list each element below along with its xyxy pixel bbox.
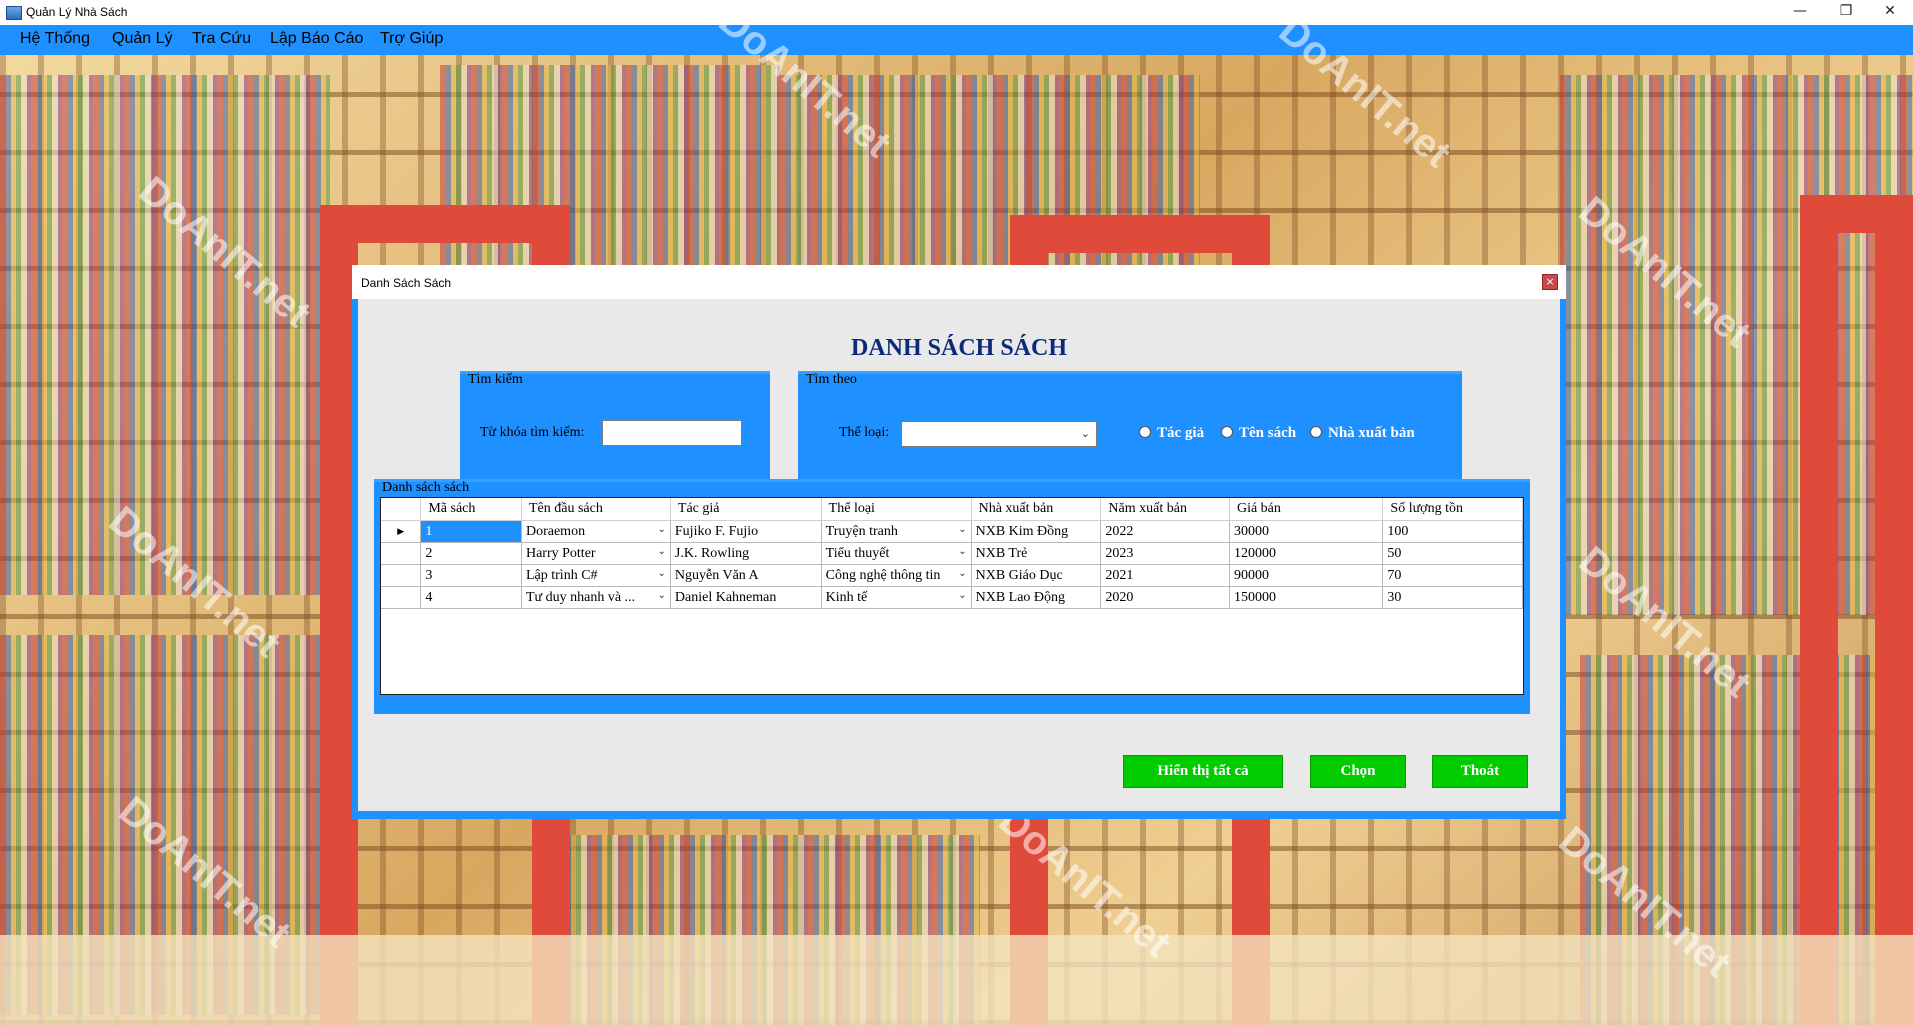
category-select[interactable]: ⌄ <box>901 421 1097 447</box>
exit-button[interactable]: Thoát <box>1432 755 1528 788</box>
chevron-down-icon: ⌄ <box>657 568 666 579</box>
grid-corner <box>381 498 422 521</box>
chevron-down-icon: ⌄ <box>958 568 967 579</box>
cell-the-loai[interactable]: Kinh tế ⌄ <box>820 586 972 609</box>
col-header-the-loai[interactable]: Thể loại <box>821 498 972 521</box>
radio-publisher[interactable]: Nhà xuất bản <box>1310 425 1415 442</box>
cell-ten-dau-sach[interactable]: Tư duy nhanh và ... ⌄ <box>520 586 671 609</box>
menu-quan-ly[interactable]: Quản Lý <box>112 30 172 48</box>
cell-ma-sach[interactable]: 1 <box>420 520 522 543</box>
cell-nha-xuat-ban[interactable]: NXB Giáo Dục <box>970 564 1102 587</box>
col-header-tac-gia[interactable]: Tác giả <box>670 498 822 521</box>
menu-bar: Hệ Thống Quản Lý Tra Cứu Lập Báo Cáo Trợ… <box>0 25 1913 55</box>
cell-the-loai[interactable]: Truyện tranh ⌄ <box>820 520 972 543</box>
row-header[interactable] <box>381 542 422 565</box>
cell-ma-sach[interactable]: 4 <box>420 586 522 609</box>
cell-nha-xuat-ban[interactable]: NXB Kim Đồng <box>970 520 1102 543</box>
dialog-close-button[interactable]: × <box>1542 274 1558 290</box>
menu-he-thong[interactable]: Hệ Thống <box>20 30 90 48</box>
cell-gia-ban[interactable]: 150000 <box>1228 586 1384 609</box>
cell-gia-ban[interactable]: 120000 <box>1228 542 1384 565</box>
chevron-down-icon: ⌄ <box>1080 427 1090 440</box>
select-button[interactable]: Chọn <box>1310 755 1406 788</box>
cell-tac-gia[interactable]: J.K. Rowling <box>669 542 822 565</box>
chevron-down-icon: ⌄ <box>958 590 967 601</box>
book-list-dialog: Danh Sách Sách × DANH SÁCH SÁCH Tìm kiếm… <box>352 265 1566 819</box>
book-list-legend: Danh sách sách <box>382 480 470 495</box>
page-title: DANH SÁCH SÁCH <box>850 335 1068 361</box>
row-header[interactable] <box>381 586 422 609</box>
radio-title[interactable]: Tên sách <box>1221 425 1296 442</box>
cell-tac-gia[interactable]: Daniel Kahneman <box>669 586 822 609</box>
radio-icon <box>1221 426 1233 438</box>
menu-lap-bao-cao[interactable]: Lập Báo Cáo <box>270 30 363 48</box>
cell-nam-xuat-ban[interactable]: 2021 <box>1100 564 1230 587</box>
chevron-down-icon: ⌄ <box>657 524 666 535</box>
search-group-legend: Tìm kiếm <box>468 372 523 387</box>
cell-nha-xuat-ban[interactable]: NXB Trẻ <box>970 542 1102 565</box>
cell-nha-xuat-ban[interactable]: NXB Lao Động <box>970 586 1102 609</box>
book-grid[interactable]: Mã sách Tên đầu sách Tác giả Thể loại Nh… <box>380 497 1524 695</box>
cell-ma-sach[interactable]: 3 <box>420 564 522 587</box>
cell-the-loai[interactable]: Công nghệ thông tin ⌄ <box>820 564 972 587</box>
chevron-down-icon: ⌄ <box>657 546 666 557</box>
app-titlebar: Quản Lý Nhà Sách — ❐ ✕ <box>0 0 1913 25</box>
keyword-label: Từ khóa tìm kiếm: <box>480 425 585 440</box>
cell-ten-dau-sach[interactable]: Harry Potter ⌄ <box>520 542 671 565</box>
col-header-gia-ban[interactable]: Giá bán <box>1229 498 1384 521</box>
col-header-ten-dau-sach[interactable]: Tên đầu sách <box>521 498 671 521</box>
cell-gia-ban[interactable]: 30000 <box>1228 520 1384 543</box>
col-header-nam-xuat-ban[interactable]: Năm xuất bản <box>1100 498 1230 521</box>
table-row[interactable]: 2 Harry Potter ⌄ J.K. Rowling Tiểu thuyết… <box>381 542 1523 565</box>
chevron-down-icon: ⌄ <box>958 546 967 557</box>
table-row[interactable]: 4 Tư duy nhanh và ... ⌄ Daniel Kahneman K… <box>381 586 1523 609</box>
cell-tac-gia[interactable]: Nguyễn Văn A <box>669 564 822 587</box>
chevron-down-icon: ⌄ <box>958 524 967 535</box>
col-header-nha-xuat-ban[interactable]: Nhà xuất bản <box>971 498 1102 521</box>
cell-so-luong-ton[interactable]: 50 <box>1382 542 1523 565</box>
app-title: Quản Lý Nhà Sách <box>26 5 128 19</box>
filter-group-legend: Tìm theo <box>806 372 857 387</box>
filter-group: Tìm theo Thể loại: ⌄ Tác giả Tên sách Nh… <box>798 371 1462 484</box>
radio-icon <box>1310 426 1322 438</box>
table-row[interactable]: ▶ 1 Doraemon ⌄ Fujiko F. Fujio Truyện tra… <box>381 520 1523 543</box>
cell-so-luong-ton[interactable]: 70 <box>1382 564 1523 587</box>
dialog-title: Danh Sách Sách <box>361 276 452 290</box>
cell-nam-xuat-ban[interactable]: 2020 <box>1100 586 1230 609</box>
menu-tro-giup[interactable]: Trợ Giúp <box>380 30 443 48</box>
keyword-input[interactable] <box>602 420 742 446</box>
cell-ten-dau-sach[interactable]: Doraemon ⌄ <box>520 520 671 543</box>
book-table: Mã sách Tên đầu sách Tác giả Thể loại Nh… <box>381 498 1523 609</box>
col-header-so-luong-ton[interactable]: Số lượng tồn <box>1382 498 1523 521</box>
cell-ma-sach[interactable]: 2 <box>420 542 522 565</box>
cell-the-loai[interactable]: Tiểu thuyết ⌄ <box>820 542 972 565</box>
app-icon <box>6 6 22 20</box>
cell-tac-gia[interactable]: Fujiko F. Fujio <box>669 520 822 543</box>
dialog-titlebar: Danh Sách Sách × <box>352 265 1566 299</box>
cell-nam-xuat-ban[interactable]: 2022 <box>1100 520 1230 543</box>
cell-ten-dau-sach[interactable]: Lập trình C# ⌄ <box>520 564 671 587</box>
menu-tra-cuu[interactable]: Tra Cứu <box>192 30 251 48</box>
show-all-button[interactable]: Hiển thị tất cả <box>1123 755 1283 788</box>
col-header-ma-sach[interactable]: Mã sách <box>420 498 522 521</box>
row-indicator-icon[interactable]: ▶ <box>381 520 422 543</box>
cell-so-luong-ton[interactable]: 100 <box>1382 520 1523 543</box>
table-row[interactable]: 3 Lập trình C# ⌄ Nguyễn Văn A Công nghệ t… <box>381 564 1523 587</box>
row-header[interactable] <box>381 564 422 587</box>
cell-so-luong-ton[interactable]: 30 <box>1382 586 1523 609</box>
minimize-button[interactable]: — <box>1777 0 1823 25</box>
category-label: Thể loại: <box>839 425 890 440</box>
cell-nam-xuat-ban[interactable]: 2023 <box>1100 542 1230 565</box>
maximize-button[interactable]: ❐ <box>1823 0 1869 25</box>
search-group: Tìm kiếm Từ khóa tìm kiếm: <box>460 371 770 484</box>
chevron-down-icon: ⌄ <box>657 590 666 601</box>
radio-icon <box>1139 426 1151 438</box>
dialog-client-area: DANH SÁCH SÁCH Tìm kiếm Từ khóa tìm kiếm… <box>358 299 1560 811</box>
radio-author[interactable]: Tác giả <box>1139 425 1204 442</box>
cell-gia-ban[interactable]: 90000 <box>1228 564 1384 587</box>
close-button[interactable]: ✕ <box>1867 0 1913 25</box>
